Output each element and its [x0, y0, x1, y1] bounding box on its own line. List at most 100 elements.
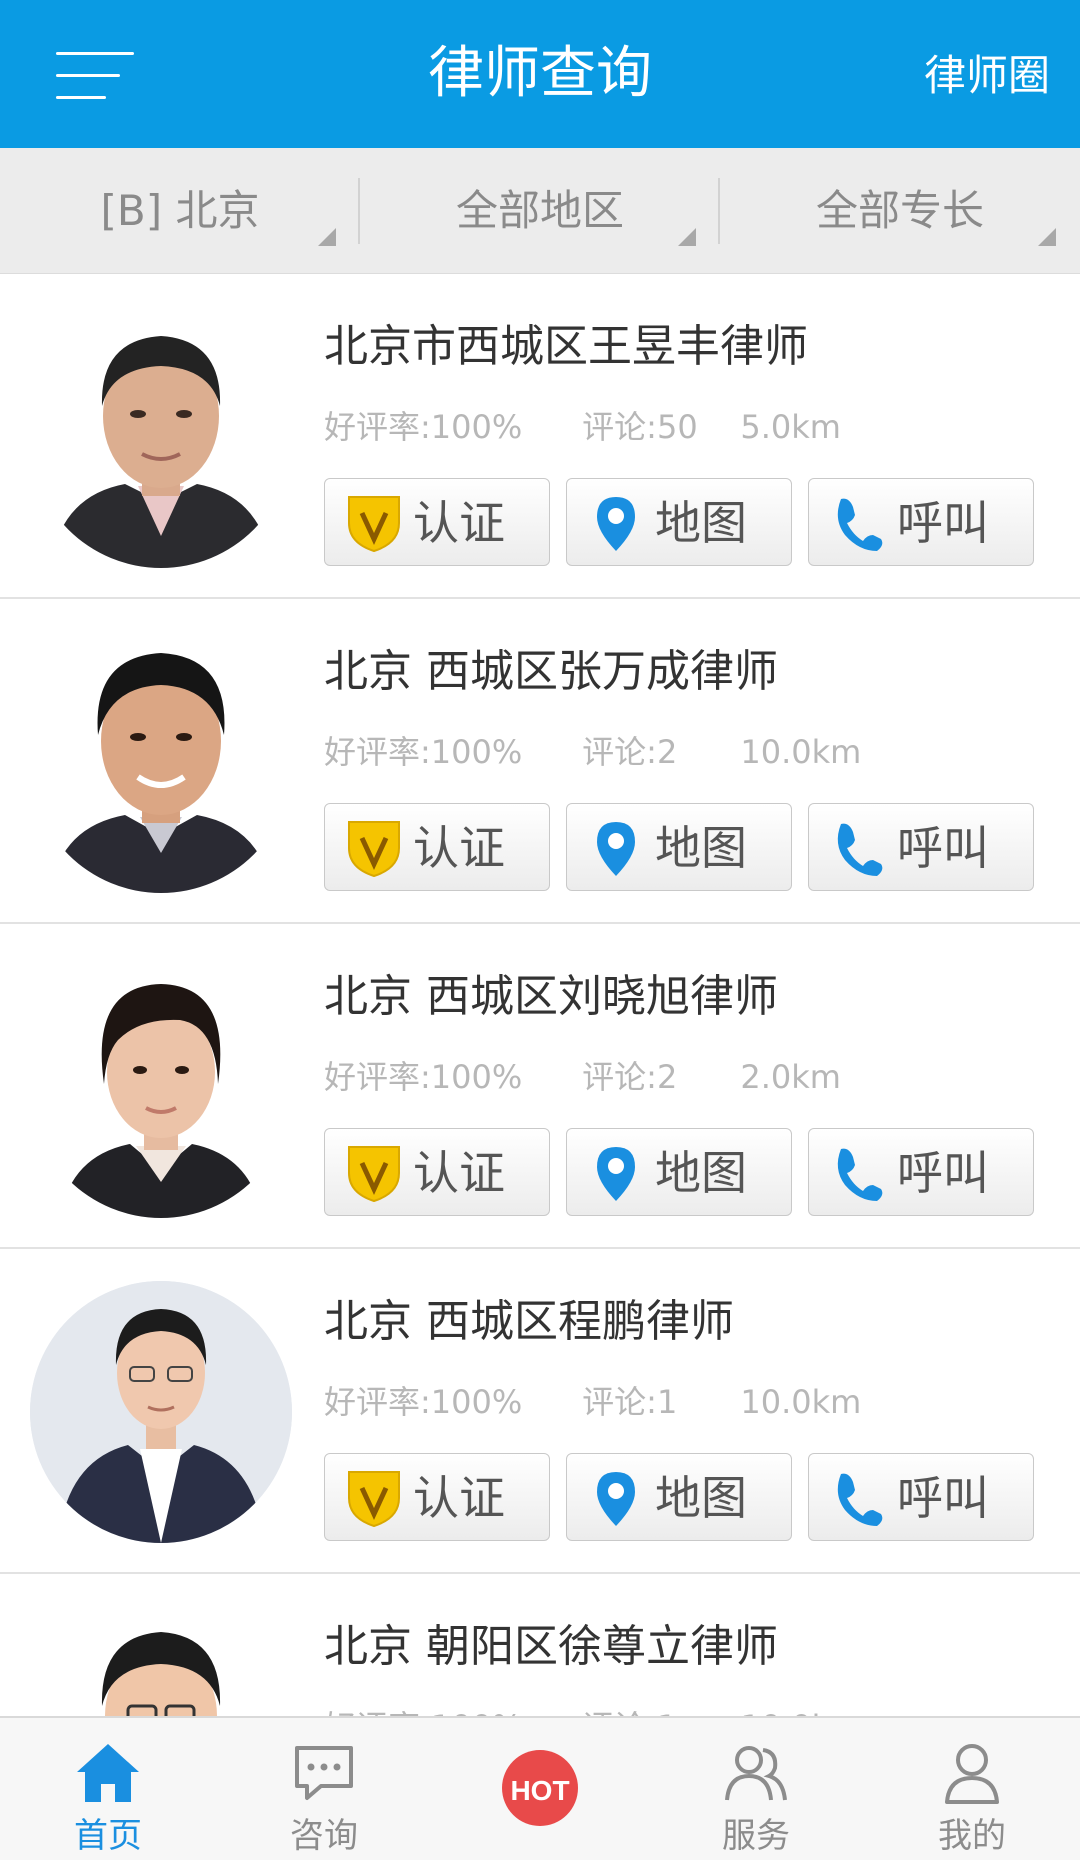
comment-count: 评论:50	[582, 408, 698, 446]
lawyer-avatar	[30, 1281, 292, 1543]
nav-service-label: 服务	[722, 1816, 790, 1856]
map-label: 地图	[655, 1146, 747, 1200]
nav-service[interactable]: 服务	[648, 1718, 864, 1860]
call-button[interactable]: 呼叫	[808, 803, 1034, 891]
distance: 10.0km	[740, 1383, 862, 1421]
lawyer-avatar	[30, 306, 292, 568]
rating: 好评率:100%	[324, 1058, 523, 1096]
nav-home-label: 首页	[74, 1816, 142, 1856]
verified-shield-icon	[348, 821, 400, 878]
lawyer-name: 北京 朝阳区徐尊立律师	[324, 1621, 778, 1672]
lawyer-row[interactable]: 北京 西城区程鹏律师 好评率:100% 评论:1 10.0km 认证 地图 呼叫	[0, 1249, 1080, 1574]
map-label: 地图	[655, 821, 747, 875]
lawyer-row[interactable]: 北京市西城区王昱丰律师 好评率:100% 评论:50 5.0km 认证 地图 呼…	[0, 274, 1080, 599]
rating: 好评率:100%	[324, 733, 523, 771]
call-label: 呼叫	[897, 1146, 989, 1200]
lawyer-stats: 好评率:100% 评论:1 10.0km	[324, 1702, 861, 1716]
phone-icon	[837, 823, 883, 876]
verified-shield-icon	[348, 1146, 400, 1203]
lawyer-avatar	[30, 631, 292, 893]
phone-icon	[837, 498, 883, 551]
verify-label: 认证	[413, 1471, 505, 1525]
verify-button[interactable]: 认证	[324, 478, 550, 566]
lawyer-name: 北京 西城区程鹏律师	[324, 1296, 734, 1347]
distance: 10.0km	[740, 733, 862, 771]
home-icon	[77, 1744, 139, 1802]
dropdown-caret-icon	[318, 228, 336, 246]
map-label: 地图	[655, 496, 747, 550]
comment-count: 评论:2	[582, 1058, 678, 1096]
call-label: 呼叫	[897, 821, 989, 875]
specialty-filter-label: 全部专长	[815, 186, 984, 235]
verified-shield-icon	[348, 1471, 400, 1528]
lawyer-stats: 好评率:100% 评论:1 10.0km	[324, 1377, 861, 1423]
lawyer-row[interactable]: 北京 朝阳区徐尊立律师 好评率:100% 评论:1 10.0km	[0, 1574, 1080, 1716]
map-pin-icon	[597, 497, 635, 551]
city-filter-label: [B] 北京	[100, 186, 260, 235]
lawyer-stats: 好评率:100% 评论:2 2.0km	[324, 1052, 841, 1098]
map-button[interactable]: 地图	[566, 803, 792, 891]
lawyer-avatar	[30, 1606, 292, 1716]
nav-mine[interactable]: 我的	[864, 1718, 1080, 1860]
distance: 10.0km	[740, 1708, 861, 1716]
page-title: 律师查询	[428, 41, 652, 106]
rating: 好评率:100%	[324, 1383, 523, 1421]
map-button[interactable]: 地图	[566, 1453, 792, 1541]
verify-button[interactable]: 认证	[324, 803, 550, 891]
lawyer-name: 北京 西城区刘晓旭律师	[324, 971, 778, 1022]
bottom-nav: 首页 咨询 HOT 服务 我的	[0, 1716, 1080, 1860]
nav-hot[interactable]: HOT	[432, 1718, 648, 1860]
rating: 好评率:100%	[324, 1702, 572, 1716]
comment-count: 评论:2	[582, 733, 678, 771]
comment-count: 评论:1	[582, 1702, 730, 1716]
verify-button[interactable]: 认证	[324, 1453, 550, 1541]
filter-bar: [B] 北京 全部地区 全部专长	[0, 148, 1080, 274]
lawyer-row[interactable]: 北京 西城区刘晓旭律师 好评率:100% 评论:2 2.0km 认证 地图 呼叫	[0, 924, 1080, 1249]
call-button[interactable]: 呼叫	[808, 478, 1034, 566]
map-pin-icon	[597, 822, 635, 876]
verify-label: 认证	[413, 1146, 505, 1200]
lawyer-avatar	[30, 956, 292, 1218]
verified-shield-icon	[348, 496, 400, 553]
verify-label: 认证	[413, 821, 505, 875]
verify-label: 认证	[413, 496, 505, 550]
specialty-filter[interactable]: 全部专长	[720, 148, 1080, 274]
map-pin-icon	[597, 1147, 635, 1201]
call-label: 呼叫	[897, 496, 989, 550]
verify-button[interactable]: 认证	[324, 1128, 550, 1216]
dropdown-caret-icon	[1038, 228, 1056, 246]
nav-mine-label: 我的	[938, 1816, 1006, 1856]
person-icon	[945, 1744, 999, 1804]
chat-icon	[295, 1746, 353, 1800]
map-button[interactable]: 地图	[566, 1128, 792, 1216]
area-filter-label: 全部地区	[455, 186, 624, 235]
nav-home[interactable]: 首页	[0, 1718, 216, 1860]
hot-badge-label: HOT	[510, 1775, 569, 1806]
nav-consult-label: 咨询	[290, 1816, 358, 1856]
city-filter[interactable]: [B] 北京	[0, 148, 360, 274]
call-label: 呼叫	[897, 1471, 989, 1525]
lawyer-row[interactable]: 北京 西城区张万成律师 好评率:100% 评论:2 10.0km 认证 地图 呼…	[0, 599, 1080, 924]
users-icon	[725, 1746, 787, 1801]
lawyer-name: 北京 西城区张万成律师	[324, 646, 778, 697]
lawyer-list: 北京市西城区王昱丰律师 好评率:100% 评论:50 5.0km 认证 地图 呼…	[0, 274, 1080, 1716]
area-filter[interactable]: 全部地区	[360, 148, 720, 274]
lawyer-stats: 好评率:100% 评论:2 10.0km	[324, 727, 861, 773]
comment-count: 评论:1	[582, 1383, 678, 1421]
app-header: 律师查询 律师圈	[0, 0, 1080, 148]
lawyer-stats: 好评率:100% 评论:50 5.0km	[324, 402, 841, 448]
map-button[interactable]: 地图	[566, 478, 792, 566]
dropdown-caret-icon	[678, 228, 696, 246]
lawyer-name: 北京市西城区王昱丰律师	[324, 321, 808, 372]
call-button[interactable]: 呼叫	[808, 1453, 1034, 1541]
distance: 5.0km	[740, 408, 841, 446]
lawyer-circle-link[interactable]: 律师圈	[924, 0, 1050, 148]
map-label: 地图	[655, 1471, 747, 1525]
map-pin-icon	[597, 1472, 635, 1526]
call-button[interactable]: 呼叫	[808, 1128, 1034, 1216]
phone-icon	[837, 1148, 883, 1201]
rating: 好评率:100%	[324, 408, 523, 446]
distance: 2.0km	[740, 1058, 841, 1096]
hot-badge-icon: HOT	[502, 1750, 578, 1826]
nav-consult[interactable]: 咨询	[216, 1718, 432, 1860]
